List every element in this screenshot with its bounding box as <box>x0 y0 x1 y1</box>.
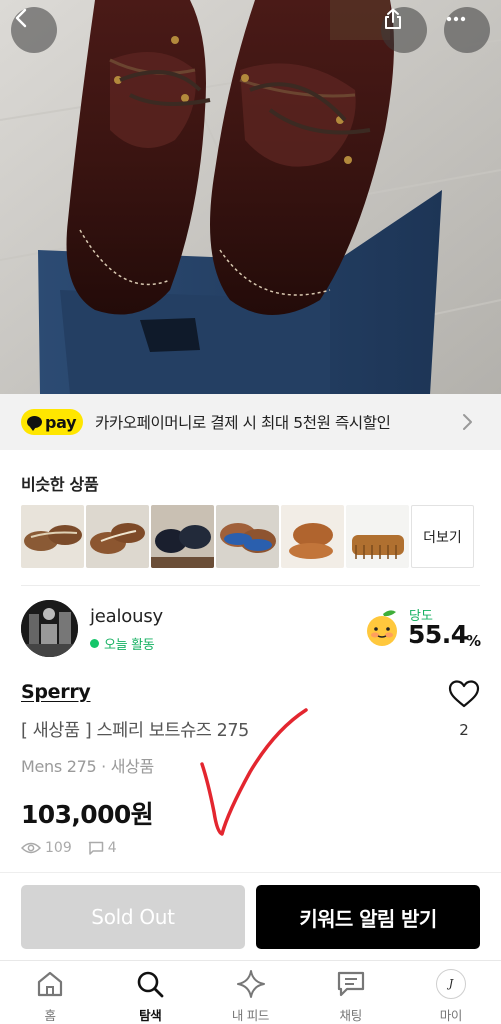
product-image[interactable] <box>0 0 501 394</box>
tab-chat[interactable]: 채팅 <box>301 961 401 1024</box>
seller-name[interactable]: jealousy <box>90 606 163 627</box>
similar-product-thumb[interactable] <box>151 505 214 568</box>
chat-count-icon <box>88 841 103 855</box>
peach-face-icon <box>367 610 397 646</box>
tab-feed[interactable]: 내 피드 <box>200 961 300 1024</box>
speech-bubble-icon <box>27 416 42 431</box>
online-dot-icon <box>90 639 99 648</box>
share-icon <box>385 8 401 29</box>
seller-avatar[interactable] <box>21 600 78 657</box>
seller-status-text: 오늘 활동 <box>104 638 155 653</box>
home-icon <box>37 971 63 996</box>
product-title: [ 새상품 ] 스페리 보트슈즈 275 <box>21 721 249 741</box>
tab-my[interactable]: J 마이 <box>401 961 501 1024</box>
pay-banner-text: 카카오페이머니로 결제 시 최대 5천원 즉시할인 <box>95 414 391 432</box>
kakaopay-badge: pay <box>21 409 83 435</box>
product-price: 103,000원 <box>21 800 154 829</box>
chat-icon <box>337 971 364 996</box>
similar-product-thumb[interactable] <box>86 505 149 568</box>
tab-chat-label: 채팅 <box>339 1008 363 1023</box>
similar-product-thumb[interactable] <box>346 505 409 568</box>
tab-search-label: 탐색 <box>139 1008 162 1023</box>
more-horizontal-icon <box>446 16 466 22</box>
divider <box>21 585 480 586</box>
search-icon <box>137 971 164 997</box>
chat-count: 4 <box>107 840 117 856</box>
share-button[interactable] <box>381 7 427 53</box>
tab-home[interactable]: 홈 <box>0 961 100 1024</box>
chevron-right-icon <box>463 414 472 430</box>
brand-link[interactable]: Sperry <box>21 681 91 703</box>
sparkle-icon <box>236 969 265 998</box>
keyword-alert-button[interactable]: 키워드 알림 받기 <box>256 885 480 949</box>
tab-home-label: 홈 <box>44 1008 57 1023</box>
profile-icon: J <box>435 968 466 999</box>
bottom-action-bar: Sold Out 키워드 알림 받기 <box>0 872 501 960</box>
sweetness-unit: % <box>466 632 482 650</box>
similar-product-thumb[interactable] <box>216 505 279 568</box>
product-meta: Mens 275 · 새상품 <box>21 757 154 776</box>
view-count: 109 <box>45 840 72 856</box>
similar-products-title: 비슷한 상품 <box>21 475 99 494</box>
sweetness-value: 55.4 <box>408 620 468 649</box>
eye-icon <box>21 842 41 854</box>
similar-product-thumb[interactable] <box>21 505 84 568</box>
tab-feed-label: 내 피드 <box>231 1008 270 1023</box>
sold-out-button: Sold Out <box>21 885 245 949</box>
bottom-tab-bar: 홈 탐색 내 피드 채팅 J 마이 <box>0 960 501 1024</box>
pay-badge-text: pay <box>45 412 77 432</box>
product-stats: 109 4 <box>21 840 117 856</box>
seller-activity-status: 오늘 활동 <box>90 634 155 653</box>
more-button[interactable] <box>444 7 490 53</box>
shoes-photo <box>0 0 501 394</box>
kakaopay-banner[interactable]: pay 카카오페이머니로 결제 시 최대 5천원 즉시할인 <box>0 394 501 450</box>
tab-search[interactable]: 탐색 <box>100 961 200 1024</box>
tab-my-label: 마이 <box>439 1008 463 1023</box>
heart-icon[interactable] <box>448 679 480 709</box>
chevron-left-icon <box>15 8 27 28</box>
like-count: 2 <box>459 721 469 739</box>
similar-more-button[interactable]: 더보기 <box>411 505 474 568</box>
similar-products-list: 더보기 <box>21 505 474 568</box>
back-button[interactable] <box>11 7 57 53</box>
similar-product-thumb[interactable] <box>281 505 344 568</box>
